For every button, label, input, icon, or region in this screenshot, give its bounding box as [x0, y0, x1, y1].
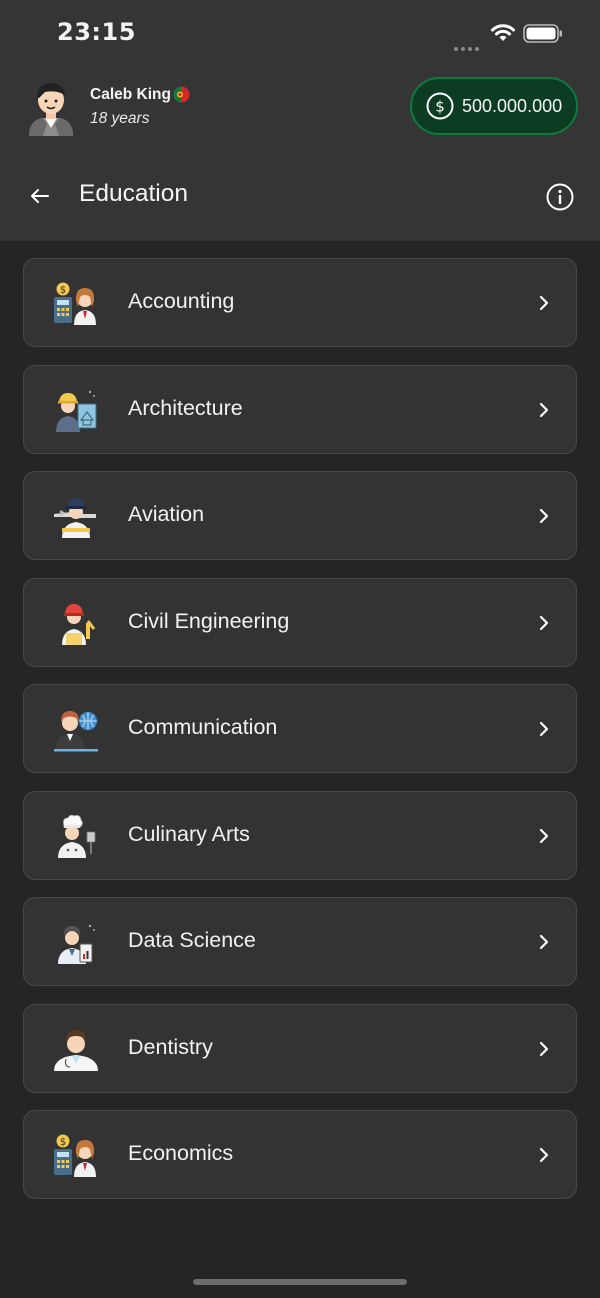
profile-name: Caleb King — [90, 86, 171, 103]
info-icon[interactable] — [545, 182, 575, 212]
chevron-right-icon — [539, 828, 549, 843]
list-item[interactable]: Data Science — [23, 897, 577, 986]
chef-icon — [58, 814, 96, 858]
chevron-right-icon — [539, 508, 549, 524]
list-item-label: Data Science — [128, 928, 256, 952]
signal-icon — [454, 38, 482, 56]
chevron-right-icon — [539, 1041, 549, 1056]
dentist-icon — [54, 1029, 98, 1071]
page-title: Education — [79, 180, 188, 207]
back-arrow-icon[interactable] — [26, 182, 54, 210]
profile-age: 18 years — [90, 110, 150, 127]
engineer-icon — [62, 603, 96, 645]
status-bar: 23:15 — [0, 0, 600, 70]
list-item[interactable]: $ Economics — [23, 1110, 577, 1199]
list-item-label: Accounting — [128, 289, 235, 313]
chevron-right-icon — [539, 402, 549, 417]
chevron-right-icon — [539, 721, 549, 737]
chevron-right-icon — [539, 934, 549, 950]
avatar[interactable] — [25, 78, 77, 136]
home-indicator[interactable] — [193, 1279, 407, 1285]
list-item-label: Aviation — [128, 502, 205, 526]
navigation-bar: Education — [0, 166, 600, 226]
svg-text:$: $ — [60, 1137, 66, 1148]
status-time: 23:15 — [57, 18, 136, 46]
list-item[interactable]: Communication — [23, 684, 577, 773]
battery-icon — [523, 24, 562, 43]
list-item-label: Communication — [128, 715, 278, 739]
list-item[interactable]: Civil Engineering — [23, 577, 577, 667]
chevron-right-icon — [539, 295, 549, 311]
pilot-icon — [54, 498, 96, 538]
list-item-label: Economics — [128, 1141, 234, 1165]
architect-icon — [56, 390, 97, 432]
dollar-icon: $ — [426, 92, 454, 120]
list-item-label: Culinary Arts — [128, 821, 250, 846]
list-item[interactable]: Culinary Arts — [23, 790, 577, 880]
svg-text:$: $ — [60, 285, 66, 296]
wifi-icon — [491, 24, 515, 41]
list-item[interactable]: Architecture — [23, 364, 577, 454]
svg-text:$: $ — [435, 98, 445, 116]
accountant-icon: $ — [54, 281, 96, 325]
money-balance-button[interactable]: $ 500.000.000 — [410, 77, 578, 135]
chevron-right-icon — [539, 1147, 549, 1163]
data-scientist-icon — [58, 924, 95, 964]
list-item[interactable]: Aviation — [23, 471, 577, 560]
profile-header: Caleb King 18 years $ 500.000.000 — [0, 74, 600, 140]
money-balance: 500.000.000 — [462, 96, 563, 116]
economist-icon: $ — [54, 1133, 96, 1177]
list-item-label: Civil Engineering — [128, 608, 290, 633]
list-item[interactable]: Dentistry — [23, 1003, 577, 1093]
chevron-right-icon — [539, 615, 549, 630]
communicator-icon — [54, 711, 98, 752]
list-item-label: Dentistry — [128, 1034, 213, 1059]
list-item-label: Architecture — [128, 395, 243, 420]
portugal-flag-icon — [173, 86, 190, 103]
list-item[interactable]: $ Accounting — [23, 258, 577, 347]
course-list: $ Accounting Architecture Aviation Civil… — [23, 258, 577, 1217]
